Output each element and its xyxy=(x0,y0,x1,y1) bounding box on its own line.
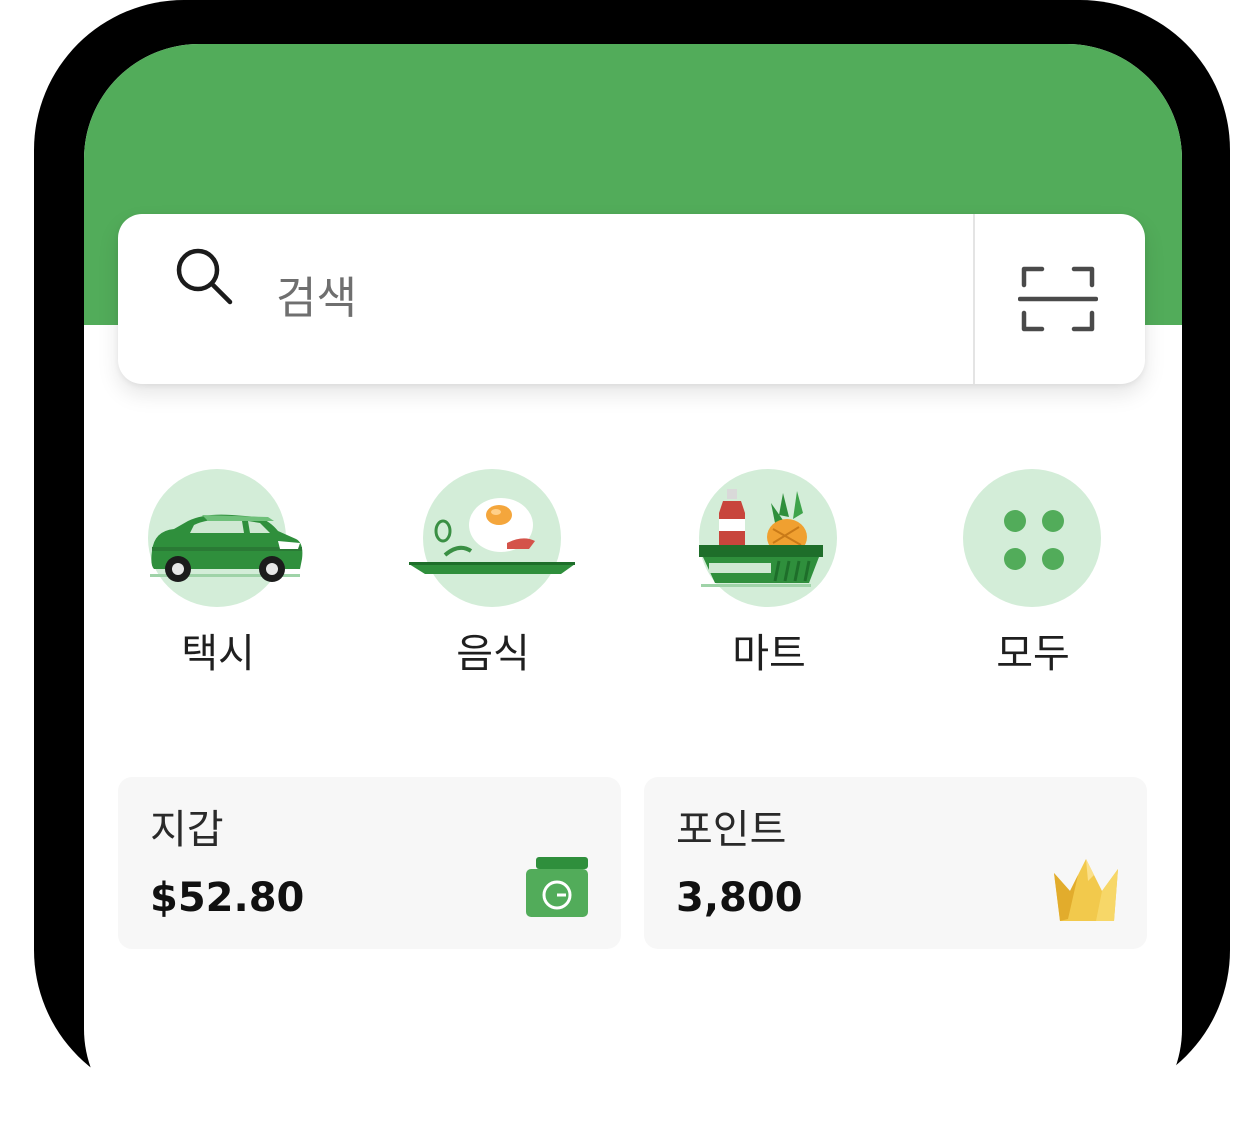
points-title: 포인트 xyxy=(676,807,787,853)
wallet-title: 지갑 xyxy=(150,807,224,853)
search-bar[interactable]: 검색 xyxy=(118,214,1145,384)
service-categories: 택시 음식 마트 모두 xyxy=(84,469,1182,689)
wallet-g-icon xyxy=(526,857,588,917)
all-services-grid-icon xyxy=(1004,510,1064,570)
category-food[interactable]: 음식 xyxy=(383,469,603,689)
car-icon xyxy=(150,514,303,582)
food-plate-icon xyxy=(409,498,575,574)
grocery-basket-icon xyxy=(699,489,823,587)
category-taxi[interactable]: 택시 xyxy=(108,469,328,689)
category-label: 음식 xyxy=(456,631,530,677)
search-input[interactable]: 검색 xyxy=(276,269,357,329)
category-all[interactable]: 모두 xyxy=(923,469,1143,689)
scan-qr-icon[interactable] xyxy=(1018,259,1098,339)
category-label: 택시 xyxy=(181,631,255,677)
category-mart[interactable]: 마트 xyxy=(659,469,879,689)
category-label: 모두 xyxy=(996,631,1070,677)
app-screen: 검색 택시 음식 마트 모두 지갑 $52.80 포인트 3,800 xyxy=(84,44,1182,1144)
crown-icon xyxy=(1054,859,1118,921)
wallet-card[interactable]: 지갑 $52.80 xyxy=(118,777,621,949)
category-label: 마트 xyxy=(732,631,806,677)
wallet-balance: $52.80 xyxy=(150,875,305,921)
search-icon xyxy=(176,248,233,305)
search-divider xyxy=(973,214,975,384)
points-balance: 3,800 xyxy=(676,875,803,921)
points-card[interactable]: 포인트 3,800 xyxy=(644,777,1147,949)
